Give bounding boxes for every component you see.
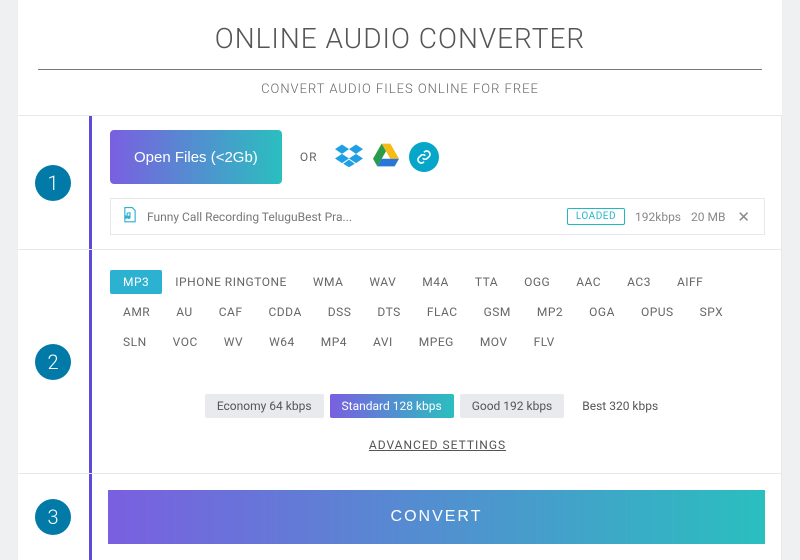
format-option[interactable]: MP2	[524, 300, 576, 324]
format-list: MP3IPHONE RINGTONEWMAWAVM4ATTAOGGAACAC3A…	[110, 264, 765, 364]
format-option[interactable]: OPUS	[628, 300, 687, 324]
format-option[interactable]: CAF	[206, 300, 256, 324]
format-option[interactable]: FLAC	[414, 300, 471, 324]
format-option[interactable]: AAC	[563, 270, 614, 294]
step-2-col: 2	[17, 250, 92, 473]
quality-option[interactable]: Standard 128 kbps	[330, 394, 454, 418]
format-option[interactable]: WMA	[300, 270, 357, 294]
url-link-icon[interactable]	[409, 142, 439, 172]
format-option[interactable]: SPX	[687, 300, 737, 324]
format-option[interactable]: OGG	[511, 270, 563, 294]
format-option[interactable]: SLN	[110, 330, 160, 354]
step-1-col: 1	[17, 116, 92, 249]
status-badge: LOADED	[567, 208, 625, 225]
step-2-row: 2 MP3IPHONE RINGTONEWMAWAVM4ATTAOGGAACAC…	[18, 249, 782, 473]
format-option[interactable]: FLV	[521, 330, 568, 354]
quality-list: Economy 64 kbpsStandard 128 kbpsGood 192…	[110, 364, 765, 418]
format-option[interactable]: M4A	[409, 270, 462, 294]
page-subtitle: CONVERT AUDIO FILES ONLINE FOR FREE	[18, 70, 782, 115]
quality-option[interactable]: Good 192 kbps	[460, 394, 565, 418]
quality-option[interactable]: Best 320 kbps	[570, 394, 670, 418]
step-3-badge: 3	[35, 499, 71, 535]
format-option[interactable]: AVI	[360, 330, 406, 354]
step-1-row: 1 Open Files (<2Gb) OR	[18, 115, 782, 249]
file-name: Funny Call Recording TeluguBest Pra...	[147, 210, 557, 224]
or-label: OR	[300, 150, 318, 164]
format-option[interactable]: WV	[211, 330, 256, 354]
page-title: ONLINE AUDIO CONVERTER	[18, 4, 782, 69]
audio-file-icon	[123, 207, 137, 226]
step-3-row: 3 CONVERT	[18, 473, 782, 560]
format-option[interactable]: AC3	[614, 270, 664, 294]
remove-file-icon[interactable]: ✕	[735, 208, 752, 226]
format-option[interactable]: WAV	[356, 270, 409, 294]
format-option[interactable]: AU	[163, 300, 206, 324]
format-option[interactable]: W64	[256, 330, 308, 354]
format-option[interactable]: DTS	[364, 300, 413, 324]
format-option[interactable]: MP3	[110, 270, 162, 294]
file-row: Funny Call Recording TeluguBest Pra... L…	[110, 198, 765, 235]
format-option[interactable]: DSS	[315, 300, 365, 324]
format-option[interactable]: GSM	[471, 300, 524, 324]
format-option[interactable]: AIFF	[664, 270, 716, 294]
format-option[interactable]: AMR	[110, 300, 163, 324]
advanced-settings-link[interactable]: ADVANCED SETTINGS	[369, 438, 506, 452]
step-1-badge: 1	[35, 165, 71, 201]
format-option[interactable]: VOC	[160, 330, 211, 354]
format-option[interactable]: MOV	[467, 330, 521, 354]
google-drive-icon[interactable]	[373, 143, 399, 171]
file-bitrate: 192kbps	[635, 210, 681, 224]
format-option[interactable]: MP4	[308, 330, 360, 354]
quality-option[interactable]: Economy 64 kbps	[205, 394, 324, 418]
format-option[interactable]: MPEG	[406, 330, 467, 354]
dropbox-icon[interactable]	[335, 141, 363, 173]
format-option[interactable]: IPHONE RINGTONE	[162, 270, 300, 294]
format-option[interactable]: OGA	[576, 300, 628, 324]
step-2-badge: 2	[35, 344, 71, 380]
step-3-col: 3	[17, 474, 92, 560]
file-size: 20 MB	[691, 210, 725, 224]
format-option[interactable]: TTA	[462, 270, 511, 294]
format-option[interactable]: CDDA	[256, 300, 315, 324]
open-files-button[interactable]: Open Files (<2Gb)	[110, 130, 282, 184]
convert-button[interactable]: CONVERT	[108, 490, 765, 544]
